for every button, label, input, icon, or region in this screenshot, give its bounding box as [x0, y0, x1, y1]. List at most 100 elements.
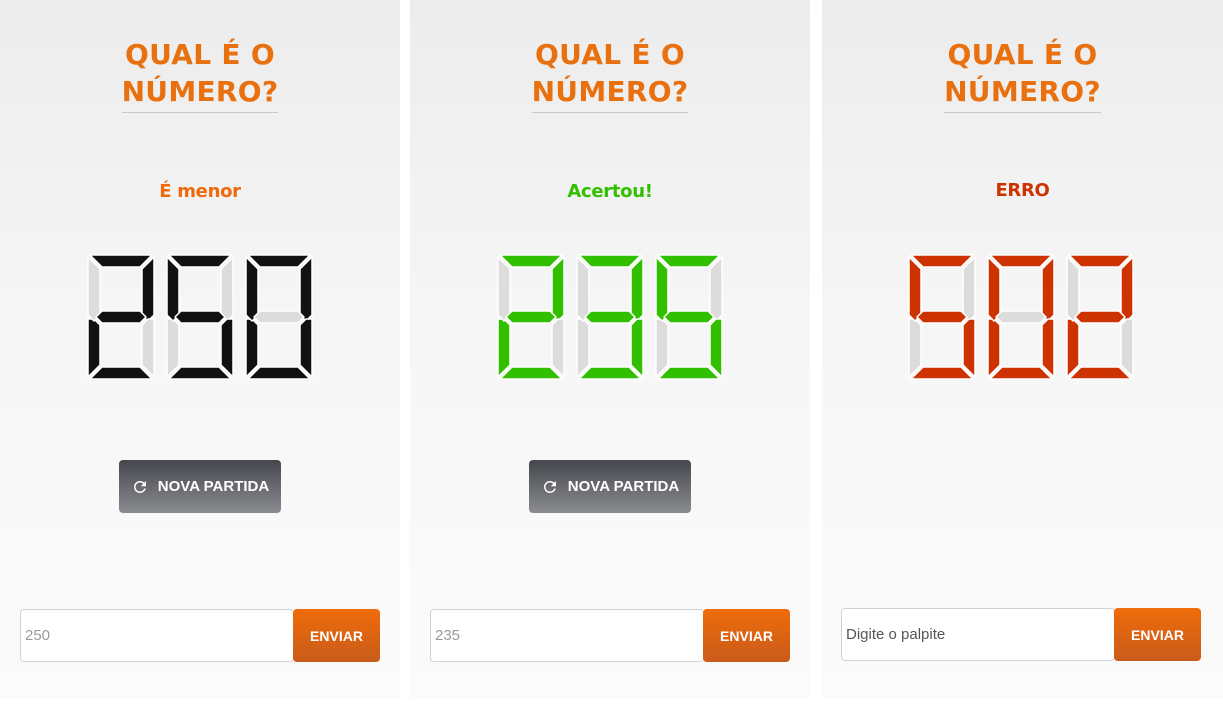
segment-g [584, 310, 636, 324]
new-game-label: NOVA PARTIDA [157, 478, 270, 495]
segment-g [253, 310, 305, 324]
segment-d [578, 366, 642, 380]
display-digit [655, 254, 723, 380]
segment-e [576, 318, 590, 378]
segment-c [141, 318, 155, 378]
seven-segment-display [87, 254, 313, 380]
segment-a [910, 254, 974, 268]
title-line-2: NÚMERO? [944, 75, 1101, 108]
segment-a [247, 254, 311, 268]
segment-c [220, 318, 234, 378]
new-game-button[interactable]: NOVA PARTIDA [529, 460, 691, 513]
seven-segment-display [497, 254, 723, 380]
game-panel-correct: QUAL É O NÚMERO? Acertou! NOVA PARTIDA E… [410, 0, 810, 698]
send-button[interactable]: ENVIAR [703, 609, 790, 662]
segment-a [499, 254, 563, 268]
segment-a [89, 254, 153, 268]
segment-b [551, 256, 565, 322]
game-panel-too-high: QUAL É O NÚMERO? É menor NOVA PARTIDA EN… [0, 0, 400, 698]
segment-b [1120, 256, 1134, 322]
segment-f [87, 256, 101, 322]
status-message: Acertou! [567, 181, 653, 202]
segment-g [95, 310, 147, 324]
segment-b [962, 256, 976, 322]
display-digit [166, 254, 234, 380]
segment-d [989, 366, 1053, 380]
title-line-2: NÚMERO? [121, 75, 279, 108]
segment-a [657, 254, 721, 268]
segment-d [499, 366, 563, 380]
segment-c [299, 318, 313, 378]
segment-b [141, 256, 155, 322]
segment-f [166, 256, 180, 322]
segment-e [87, 318, 101, 378]
segment-e [166, 318, 180, 378]
segment-f [1066, 256, 1080, 322]
refresh-icon [543, 480, 556, 493]
display-digit [908, 254, 976, 380]
segment-c [709, 318, 723, 378]
segment-g [174, 310, 226, 324]
send-button[interactable]: ENVIAR [293, 609, 380, 662]
segment-c [962, 318, 976, 378]
segment-a [168, 254, 232, 268]
segment-e [245, 318, 259, 378]
segment-c [630, 318, 644, 378]
segment-b [299, 256, 313, 322]
page-title: QUAL É O NÚMERO? [0, 36, 400, 113]
title-line-1: QUAL É O [947, 38, 1098, 71]
segment-e [655, 318, 669, 378]
status-message: É menor [159, 181, 241, 202]
display-digit [87, 254, 155, 380]
refresh-icon [133, 480, 146, 493]
segment-f [245, 256, 259, 322]
display-digit [245, 254, 313, 380]
display-digit [497, 254, 565, 380]
segment-g [916, 310, 968, 324]
segment-g [505, 310, 557, 324]
send-button[interactable]: ENVIAR [1114, 608, 1201, 661]
game-panel-error: QUAL É O NÚMERO? ERRO ENVIAR [822, 0, 1223, 698]
segment-d [247, 366, 311, 380]
segment-d [168, 366, 232, 380]
guess-input[interactable] [20, 609, 294, 662]
segment-e [1066, 318, 1080, 378]
page-title: QUAL É O NÚMERO? [410, 36, 810, 113]
status-message: ERRO [995, 180, 1050, 201]
title-line-1: QUAL É O [534, 38, 685, 71]
title-line-2: NÚMERO? [531, 75, 689, 108]
display-digit [987, 254, 1055, 380]
segment-a [578, 254, 642, 268]
new-game-button[interactable]: NOVA PARTIDA [119, 460, 281, 513]
segment-f [908, 256, 922, 322]
segment-c [551, 318, 565, 378]
display-digit [576, 254, 644, 380]
segment-d [657, 366, 721, 380]
seven-segment-display [908, 254, 1134, 380]
display-digit [1066, 254, 1134, 380]
segment-a [1068, 254, 1132, 268]
segment-g [995, 310, 1047, 324]
segment-a [989, 254, 1053, 268]
segment-c [1041, 318, 1055, 378]
segment-b [1041, 256, 1055, 322]
segment-g [663, 310, 715, 324]
new-game-label: NOVA PARTIDA [567, 478, 680, 495]
segment-f [987, 256, 1001, 322]
title-line-1: QUAL É O [124, 38, 275, 71]
guess-input[interactable] [841, 608, 1115, 661]
segment-f [655, 256, 669, 322]
page-title: QUAL É O NÚMERO? [822, 36, 1223, 113]
segment-d [910, 366, 974, 380]
segment-b [630, 256, 644, 322]
segment-e [987, 318, 1001, 378]
guess-input[interactable] [430, 609, 704, 662]
segment-c [1120, 318, 1134, 378]
segment-e [497, 318, 511, 378]
segment-d [89, 366, 153, 380]
segment-f [497, 256, 511, 322]
segment-b [220, 256, 234, 322]
segment-e [908, 318, 922, 378]
segment-d [1068, 366, 1132, 380]
segment-b [709, 256, 723, 322]
